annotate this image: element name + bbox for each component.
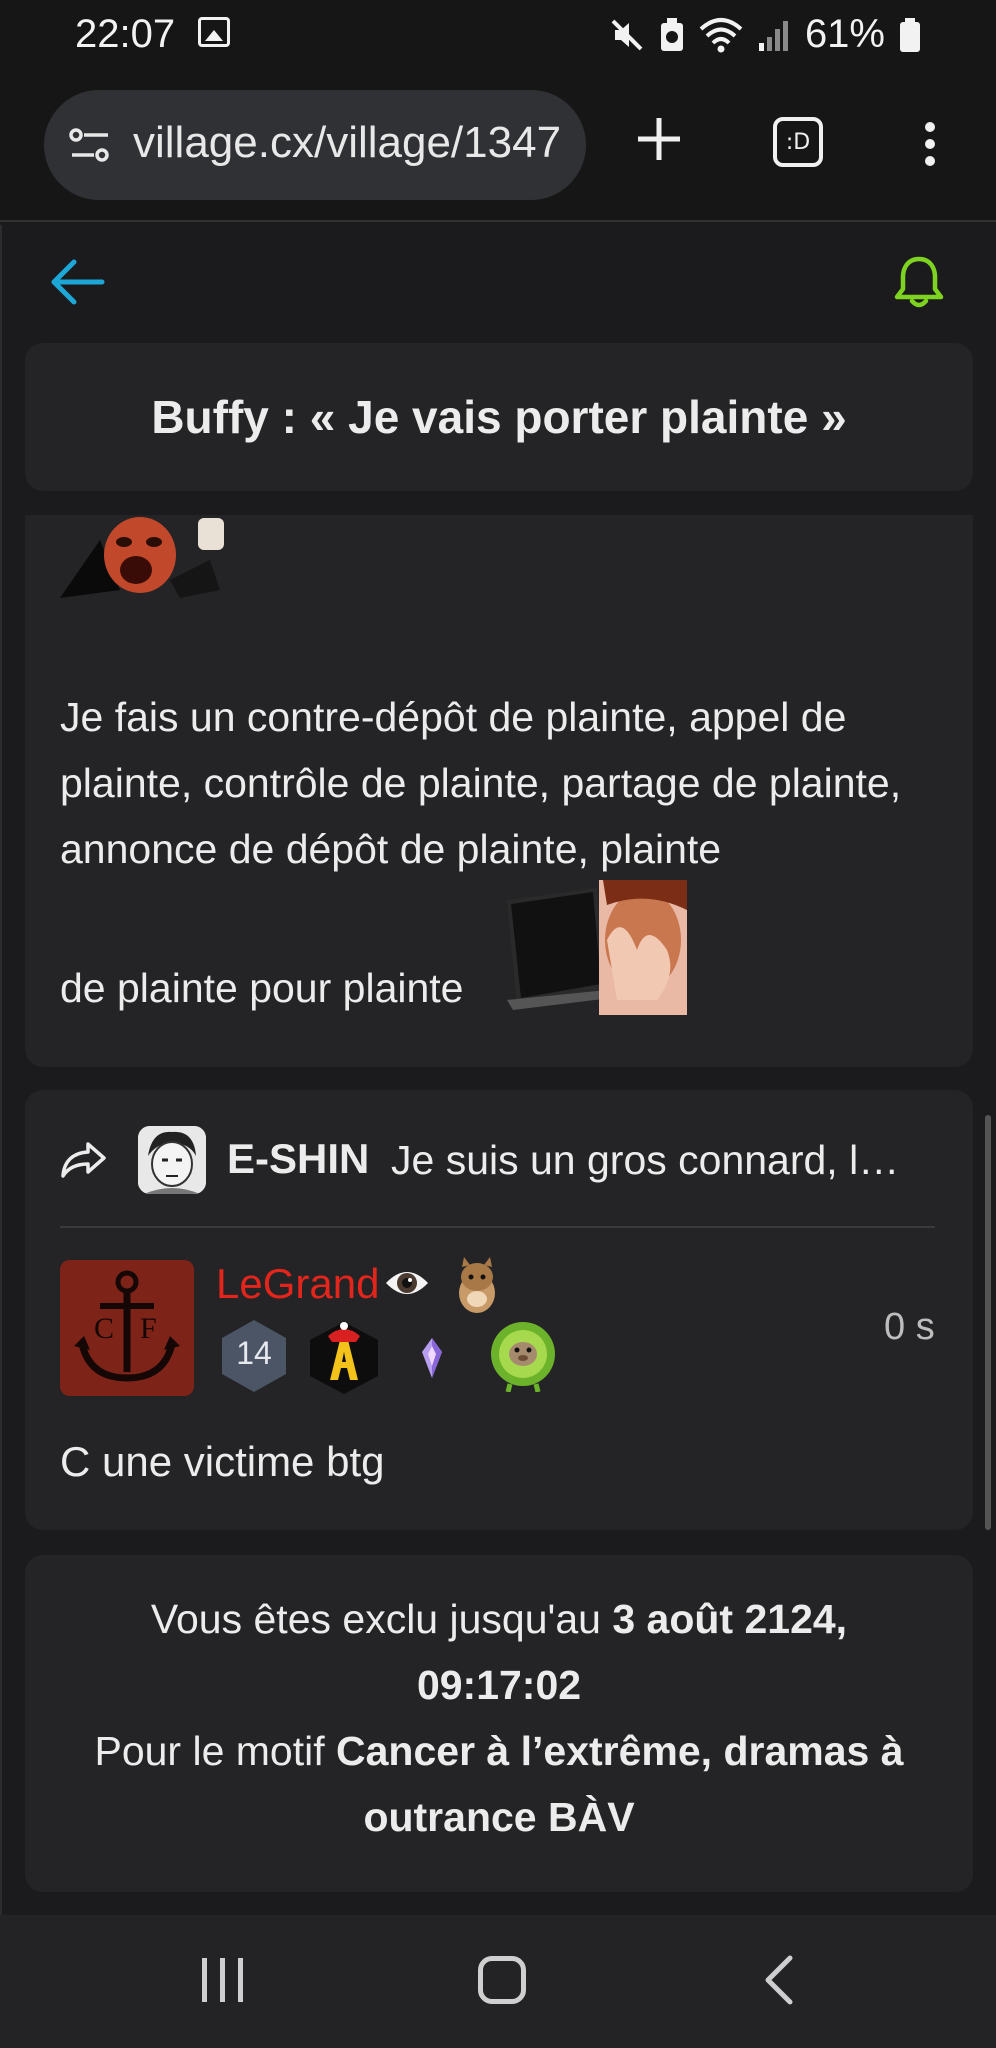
author-avatar[interactable]: C F: [60, 1260, 194, 1396]
ban-time: 09:17:02: [416, 1662, 582, 1708]
svg-text:F: F: [140, 1312, 157, 1345]
topic-title: Buffy : « Je vais porter plainte »: [151, 391, 847, 443]
image-icon: [198, 17, 230, 47]
new-tab-plus-icon[interactable]: [636, 116, 682, 162]
back-nav-icon[interactable]: [762, 1954, 794, 2006]
post-body-text: Je fais un contre-dépôt de plainte, appe…: [60, 694, 902, 872]
hamster-icon: [459, 1257, 495, 1313]
site-settings-icon[interactable]: [68, 123, 112, 167]
scrollbar[interactable]: [985, 1115, 991, 1530]
battery-percent: 61%: [804, 12, 885, 56]
overflow-menu-icon[interactable]: [922, 122, 938, 166]
reply-text: C une victime btg: [60, 1438, 385, 1485]
ban-reason-prefix: Pour le motif: [94, 1728, 337, 1774]
level-number: 14: [236, 1335, 272, 1371]
system-nav-bar: [0, 1915, 996, 2048]
mute-icon: [611, 19, 643, 50]
battery-icon: [900, 17, 920, 52]
post-time: 0 s: [884, 1306, 935, 1348]
address-bar[interactable]: village.cx/village/1347: [44, 90, 586, 200]
battery-saver-icon: [660, 17, 683, 51]
gold-a-badge: [310, 1322, 378, 1394]
tab-switcher-icon[interactable]: :D: [773, 117, 823, 167]
ban-prefix: Vous êtes exclu jusqu'au: [150, 1596, 613, 1642]
ban-reason-end: outrance BÀV: [363, 1794, 635, 1840]
topic-title-card: Buffy : « Je vais porter plainte »: [25, 343, 973, 491]
status-time: 22:07: [75, 12, 176, 56]
crystal-badge: [422, 1338, 442, 1378]
ban-date: 3 août 2124,: [612, 1596, 848, 1642]
ban-line-4: outrance BÀV: [25, 1794, 973, 1841]
status-icons: 61%: [609, 12, 921, 57]
status-bar: 22:07 61%: [0, 0, 996, 72]
wifi-icon: [699, 17, 743, 52]
author-name[interactable]: LeGrand: [216, 1260, 379, 1308]
ban-line-1: Vous êtes exclu jusqu'au 3 août 2124,: [25, 1596, 973, 1643]
svg-text:C: C: [94, 1312, 114, 1345]
kiwi-badge: [491, 1322, 555, 1392]
eye-icon: [386, 1272, 428, 1294]
home-icon[interactable]: [478, 1956, 526, 2004]
bell-icon[interactable]: [893, 255, 945, 309]
quoted-author-name: E-SHIN: [227, 1135, 370, 1182]
screaming-face-sticker: [60, 517, 224, 598]
quoted-text: Je suis un gros connard, l…: [391, 1137, 900, 1183]
ban-line-3: Pour le motif Cancer à l’extrême, dramas…: [25, 1728, 973, 1775]
quoted-message[interactable]: E-SHIN Je suis un gros connard, l…: [60, 1120, 940, 1200]
share-reply-icon: [61, 1142, 106, 1178]
quote-divider: [60, 1226, 935, 1228]
signal-icon: [758, 20, 788, 51]
browser-toolbar: village.cx/village/1347 :D: [0, 72, 996, 222]
laptop-facepalm-sticker: [507, 880, 687, 1015]
url-text[interactable]: village.cx/village/1347: [133, 118, 561, 168]
post-body-last-line: de plainte pour plainte: [60, 965, 464, 1011]
tab-switcher-label: :D: [785, 129, 811, 155]
page-edge: [0, 225, 2, 1915]
ban-reason: Cancer à l’extrême, dramas à: [336, 1728, 904, 1774]
recent-apps-icon[interactable]: [200, 1956, 246, 2004]
back-arrow-icon[interactable]: [48, 258, 106, 306]
ban-line-2: 09:17:02: [25, 1662, 973, 1709]
quoted-author-avatar: [138, 1126, 206, 1194]
